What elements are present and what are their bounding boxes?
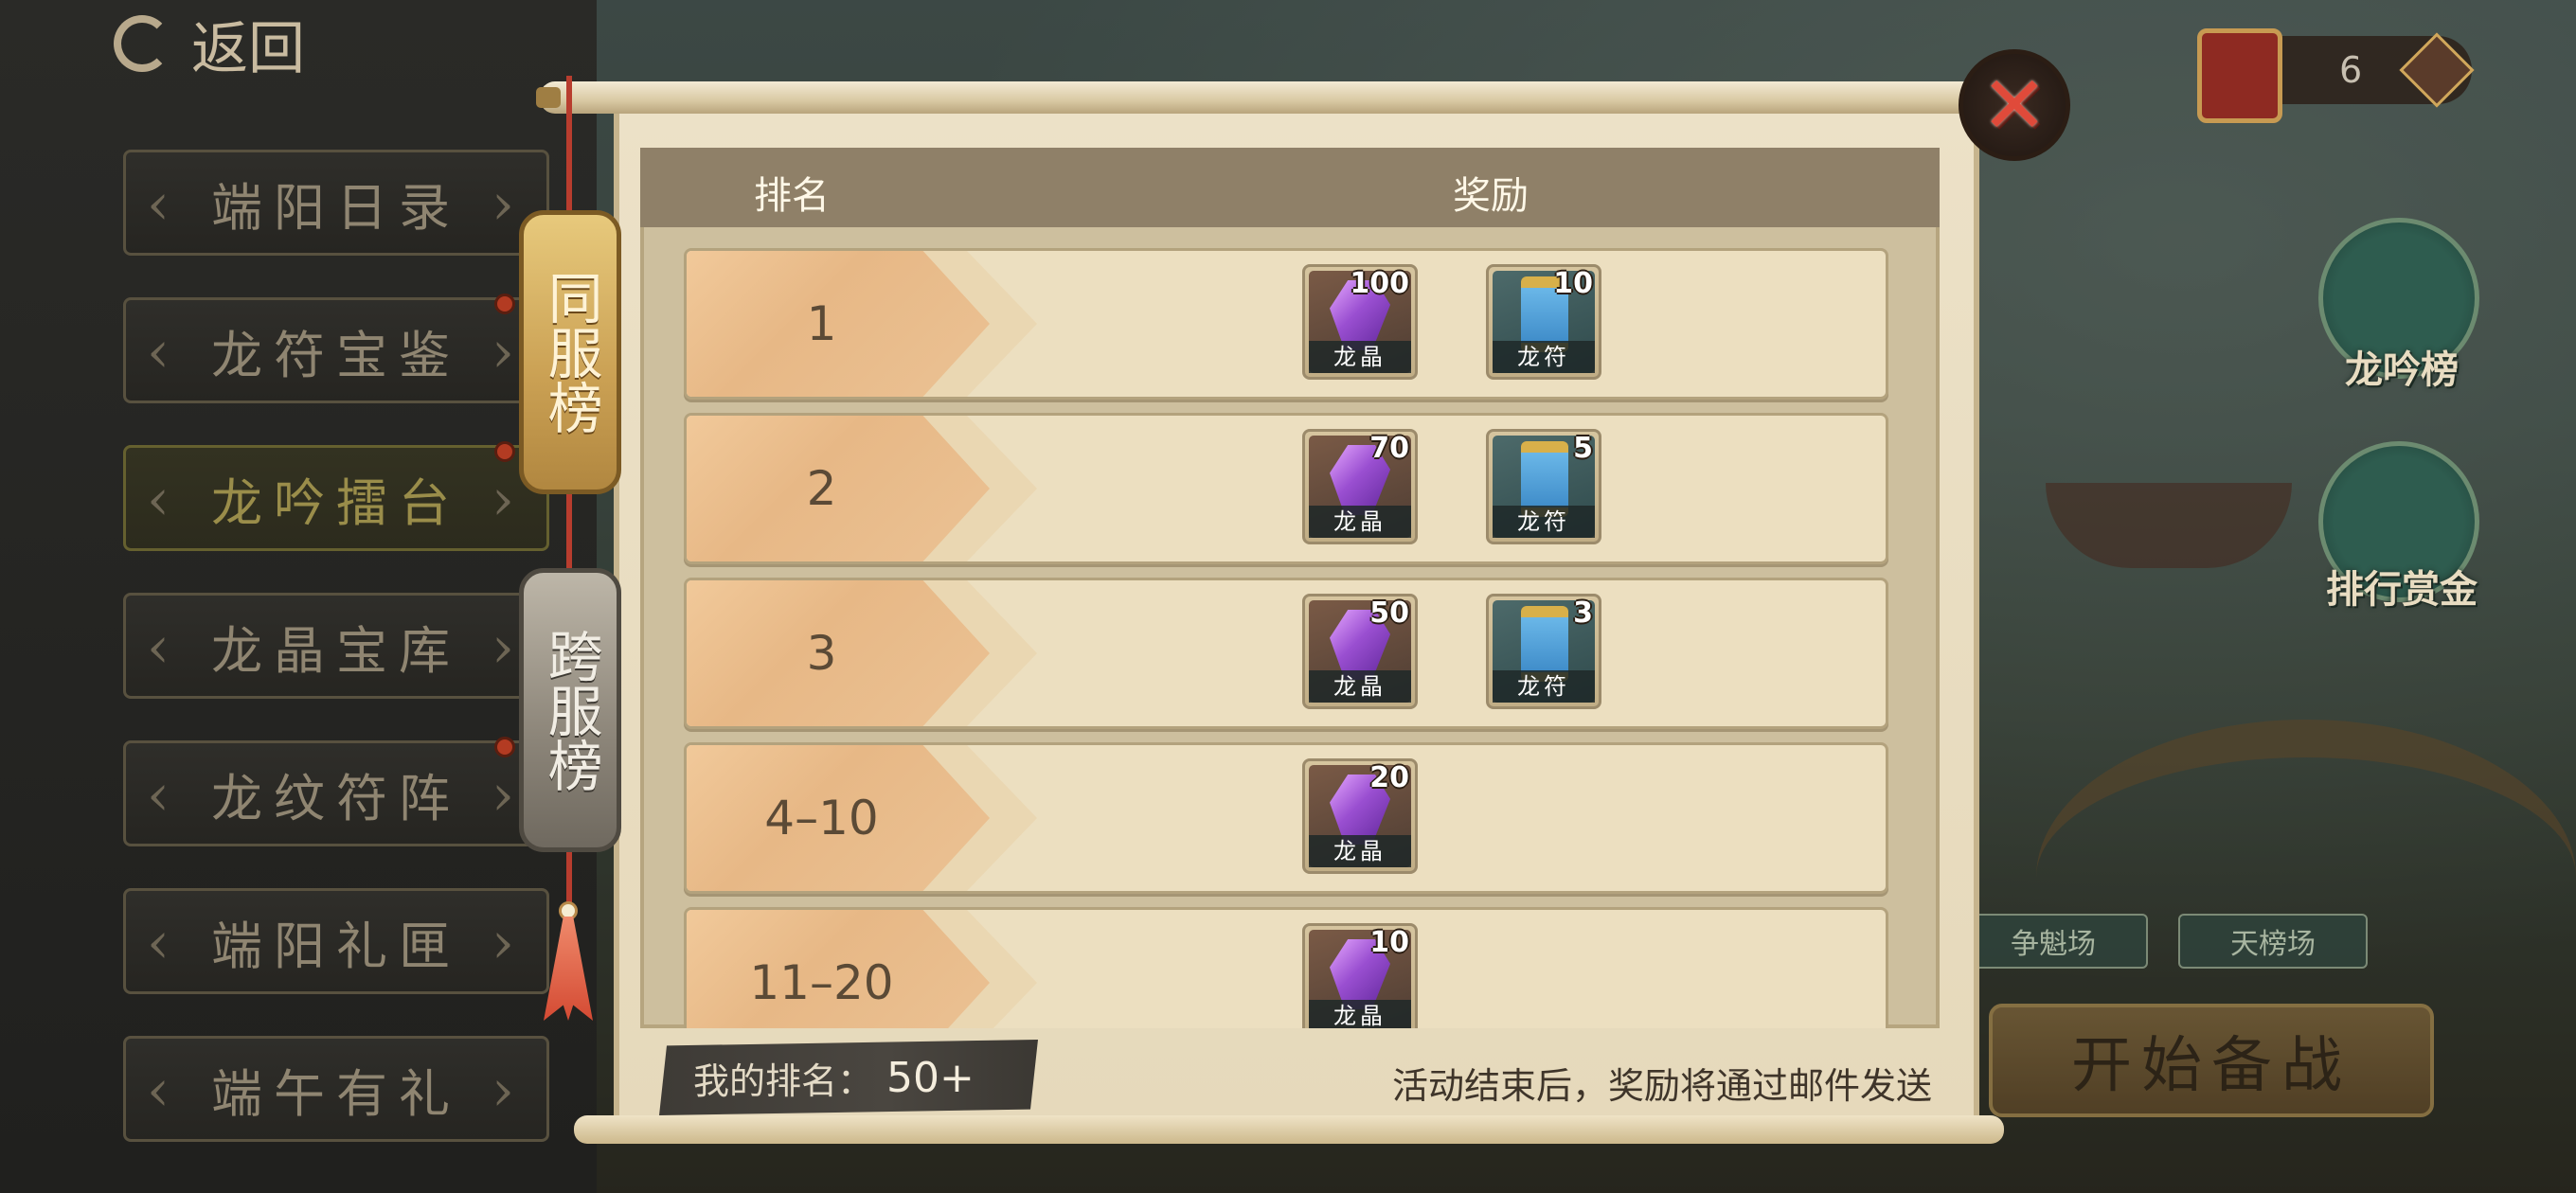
- menu-label: 龙纹符阵: [211, 768, 461, 828]
- close-button[interactable]: ✕: [1959, 49, 2070, 161]
- menu-item-daily-log[interactable]: 端阳日录: [123, 150, 549, 256]
- item-count: 50: [1369, 596, 1409, 630]
- my-rank-value: 50+: [886, 1053, 975, 1102]
- item-name: 龙晶: [1309, 670, 1411, 703]
- rank-value: 1: [806, 296, 837, 351]
- table-row: 4–10 20 龙晶: [684, 742, 1888, 894]
- notification-dot: [494, 737, 515, 757]
- tab-same-server-label: 同服榜: [538, 270, 603, 435]
- menu-label: 龙符宝鉴: [211, 325, 461, 385]
- menu-label: 龙晶宝库: [211, 620, 461, 681]
- scroll-rod-bottom: [574, 1115, 2004, 1144]
- scroll-rod-knob: [536, 87, 561, 108]
- menu-item-festival-gift[interactable]: 端午有礼: [123, 1036, 549, 1142]
- ranking-label: 龙吟榜: [2345, 348, 2459, 392]
- sky-mode-button[interactable]: 天榜场: [2178, 914, 2368, 969]
- reward-item-crystal[interactable]: 10 龙晶: [1302, 923, 1418, 1028]
- back-button[interactable]: 返回: [114, 6, 455, 82]
- scroll-rod-top: [540, 81, 1989, 114]
- reward-list[interactable]: 1 100 龙晶 10 龙符 2 70 龙晶 5 龙符 3 50 龙晶 3 龙符…: [644, 227, 1936, 1028]
- item-count: 3: [1573, 596, 1593, 630]
- table-row: 1 100 龙晶 10 龙符: [684, 248, 1888, 400]
- item-name: 龙晶: [1309, 506, 1411, 538]
- item-count: 10: [1553, 267, 1593, 300]
- column-header-reward: 奖励: [1453, 174, 1529, 218]
- rank-value: 4–10: [764, 791, 879, 846]
- tab-cross-server[interactable]: 跨服榜: [519, 568, 621, 852]
- table-header: [640, 148, 1940, 227]
- menu-label: 端阳礼匣: [211, 916, 461, 976]
- item-name: 龙符: [1493, 341, 1595, 373]
- reward-item-talisman[interactable]: 10 龙符: [1486, 264, 1601, 380]
- item-name: 龙晶: [1309, 835, 1411, 867]
- menu-item-rune-array[interactable]: 龙纹符阵: [123, 740, 549, 846]
- close-icon: ✕: [1980, 59, 2048, 151]
- reward-item-crystal[interactable]: 70 龙晶: [1302, 429, 1418, 544]
- item-count: 20: [1369, 761, 1409, 794]
- back-icon: [114, 15, 170, 72]
- column-header-rank: 排名: [754, 174, 830, 218]
- bounty-label: 排行赏金: [2326, 568, 2478, 612]
- item-count: 5: [1573, 432, 1593, 465]
- rank-value: 11–20: [749, 955, 894, 1010]
- table-row: 3 50 龙晶 3 龙符: [684, 578, 1888, 729]
- start-battle-button[interactable]: 开始备战: [1989, 1004, 2434, 1117]
- menu-label: 端午有礼: [211, 1063, 461, 1124]
- tab-cord: [566, 76, 572, 218]
- reward-item-crystal[interactable]: 50 龙晶: [1302, 594, 1418, 709]
- menu-item-crystal-vault[interactable]: 龙晶宝库: [123, 593, 549, 699]
- my-rank-label: 我的排名：: [693, 1059, 874, 1102]
- tab-cross-server-label: 跨服榜: [538, 628, 603, 792]
- reward-item-crystal[interactable]: 20 龙晶: [1302, 758, 1418, 874]
- rank-value: 2: [806, 461, 837, 516]
- arena-mode-button[interactable]: 争魁场: [1959, 914, 2148, 969]
- item-name: 龙晶: [1309, 341, 1411, 373]
- menu-item-gift-box[interactable]: 端阳礼匣: [123, 888, 549, 994]
- reward-item-talisman[interactable]: 5 龙符: [1486, 429, 1601, 544]
- rank-value: 3: [806, 626, 837, 681]
- reward-item-talisman[interactable]: 3 龙符: [1486, 594, 1601, 709]
- tab-cord: [566, 850, 572, 907]
- table-row: 11–20 10 龙晶: [684, 907, 1888, 1028]
- menu-item-arena[interactable]: 龙吟擂台: [123, 445, 549, 551]
- currency-badge-icon: [2197, 28, 2282, 123]
- reward-item-crystal[interactable]: 100 龙晶: [1302, 264, 1418, 380]
- tab-same-server[interactable]: 同服榜: [519, 210, 621, 494]
- menu-item-talisman[interactable]: 龙符宝鉴: [123, 297, 549, 403]
- notification-dot: [494, 294, 515, 314]
- item-count: 100: [1350, 267, 1409, 300]
- currency-value: 6: [2339, 49, 2363, 91]
- item-name: 龙晶: [1309, 1000, 1411, 1028]
- item-name: 龙符: [1493, 670, 1595, 703]
- menu-label: 端阳日录: [211, 177, 461, 238]
- back-label: 返回: [191, 15, 305, 82]
- table-row: 2 70 龙晶 5 龙符: [684, 413, 1888, 564]
- item-count: 70: [1369, 432, 1409, 465]
- item-name: 龙符: [1493, 506, 1595, 538]
- mail-delivery-note: 活动结束后，奖励将通过邮件发送: [1391, 1065, 1932, 1107]
- menu-label: 龙吟擂台: [211, 472, 461, 533]
- tab-cord: [566, 492, 572, 574]
- notification-dot: [494, 441, 515, 462]
- my-rank-banner: 我的排名： 50+: [659, 1040, 1038, 1115]
- item-count: 10: [1369, 926, 1409, 959]
